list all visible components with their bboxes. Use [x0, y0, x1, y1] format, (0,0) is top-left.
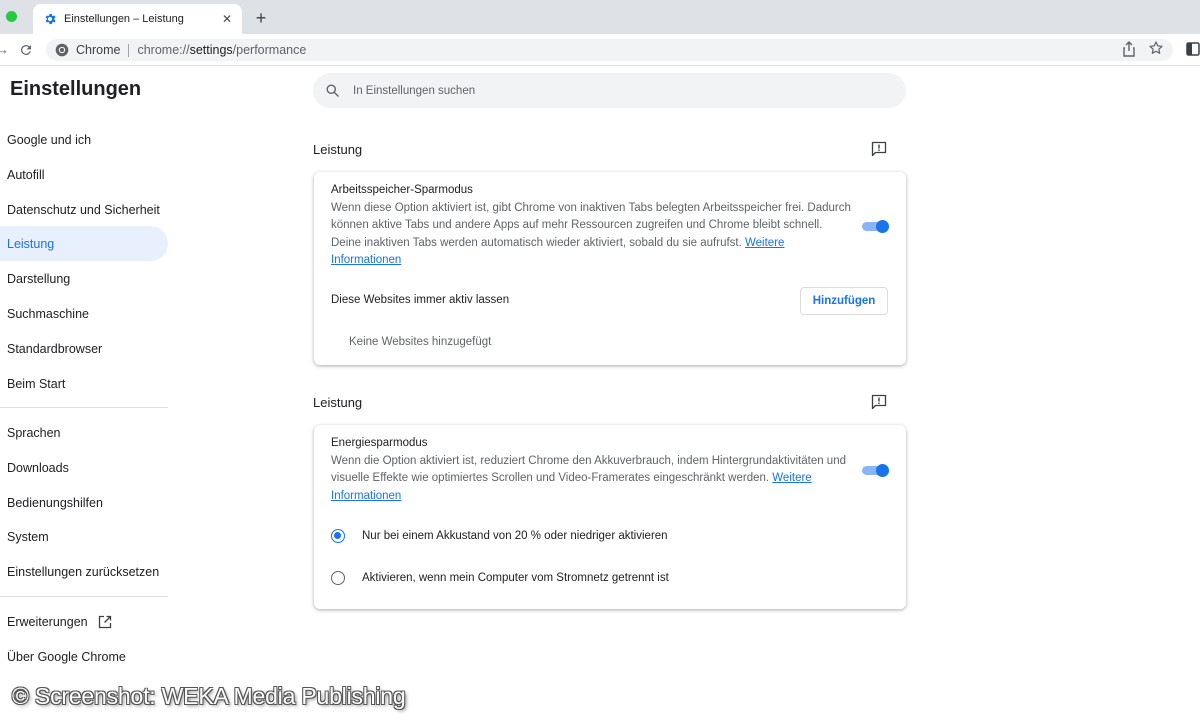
sidebar-item-zuruecksetzen[interactable]: Einstellungen zurücksetzen [0, 554, 168, 589]
section-heading-energy: Leistung [313, 395, 363, 410]
sidebar-item-erweiterungen[interactable]: Erweiterungen [0, 604, 168, 639]
sidebar-divider [0, 407, 168, 408]
sidebar-item-standardbrowser[interactable]: Standardbrowser [0, 331, 168, 366]
search-input[interactable] [353, 84, 873, 97]
sidebar-item-downloads[interactable]: Downloads [0, 450, 168, 485]
toggle-knob [876, 464, 889, 477]
sidebar-item-google-und-ich[interactable]: Google und ich [0, 122, 168, 157]
sidebar-item-label: Datenschutz und Sicherheit [7, 202, 160, 217]
sidebar-item-label: Über Google Chrome [7, 649, 126, 664]
sidebar-item-label: Suchmaschine [7, 306, 89, 321]
sidebar-item-label: Leistung [7, 236, 55, 251]
sidebar-item-label: Google und ich [7, 132, 92, 147]
sidebar-item-label: Einstellungen zurücksetzen [7, 564, 160, 579]
page-title: Einstellungen [10, 78, 142, 100]
sidebar-item-label: Autofill [7, 167, 45, 182]
energy-saver-description-text: Wenn die Option aktiviert ist, reduziert… [331, 455, 846, 485]
share-icon[interactable] [1122, 41, 1136, 57]
url-scheme: chrome:// [137, 43, 190, 57]
feedback-icon[interactable] [871, 394, 887, 410]
sidebar-item-label: Bedienungshilfen [7, 495, 103, 510]
omnibox-chip: Chrome [76, 43, 121, 57]
sidebar-item-autofill[interactable]: Autofill [0, 157, 168, 192]
toggle-knob [876, 220, 889, 233]
sidebar-item-label: System [7, 529, 49, 544]
url-path: /performance [232, 43, 307, 57]
memory-saver-toggle[interactable] [862, 220, 889, 233]
sidebar-item-sprachen[interactable]: Sprachen [0, 415, 168, 450]
radio-battery-20[interactable] [331, 529, 345, 543]
browser-toolbar: → Chrome chrome://settings/performance [0, 34, 1200, 66]
omnibox-separator [128, 43, 130, 57]
energy-saver-toggle[interactable] [862, 464, 889, 477]
sidebar-item-label: Sprachen [7, 425, 61, 440]
sidebar-item-ueber-chrome[interactable]: Über Google Chrome [0, 639, 168, 674]
url-host: settings [189, 43, 233, 57]
forward-arrow-icon[interactable]: → [0, 42, 9, 58]
sidebar-divider [0, 596, 168, 597]
sidebar-item-label: Standardbrowser [7, 341, 103, 356]
external-link-icon [98, 615, 112, 629]
reload-icon[interactable] [16, 40, 36, 60]
address-bar[interactable]: Chrome chrome://settings/performance [46, 39, 1173, 61]
sidebar-item-label: Darstellung [7, 271, 71, 286]
plus-icon[interactable]: + [252, 8, 270, 28]
chrome-logo-icon [55, 43, 69, 57]
sidebar-item-label: Downloads [7, 460, 69, 475]
radio-unplugged[interactable] [331, 571, 345, 585]
feedback-icon[interactable] [871, 141, 887, 157]
sidebar-item-leistung[interactable]: Leistung [0, 226, 168, 261]
close-icon[interactable]: ✕ [218, 10, 236, 28]
settings-search[interactable] [313, 73, 906, 108]
sidebar-item-beim-start[interactable]: Beim Start [0, 366, 168, 401]
window-zoom-button[interactable] [6, 11, 17, 22]
memory-saver-description: Wenn diese Option aktiviert ist, gibt Ch… [331, 200, 851, 270]
radio-unplugged-label[interactable]: Aktivieren, wenn mein Computer vom Strom… [362, 572, 669, 584]
energy-saver-title: Energiesparmodus [331, 437, 428, 449]
tab-title: Einstellungen – Leistung [64, 13, 184, 25]
add-site-button[interactable]: Hinzufügen [800, 287, 888, 315]
tab-settings-performance[interactable]: Einstellungen – Leistung ✕ [33, 4, 242, 34]
sidebar-item-bedienungshilfen[interactable]: Bedienungshilfen [0, 485, 168, 520]
memory-saver-title: Arbeitsspeicher-Sparmodus [331, 184, 473, 196]
url-text: chrome://settings/performance [137, 43, 306, 57]
settings-gear-icon [43, 12, 57, 26]
always-active-label: Diese Websites immer aktiv lassen [331, 294, 510, 306]
section-heading-memory: Leistung [313, 142, 363, 157]
side-panel-icon[interactable] [1186, 42, 1200, 56]
sidebar-item-darstellung[interactable]: Darstellung [0, 261, 168, 296]
copyright-watermark: © Screenshot: WEKA Media Publishing [12, 683, 406, 709]
sidebar-item-label: Erweiterungen [7, 614, 88, 629]
sidebar-item-datenschutz[interactable]: Datenschutz und Sicherheit [0, 192, 168, 227]
no-sites-label: Keine Websites hinzugefügt [349, 336, 492, 348]
memory-saver-card: Arbeitsspeicher-Sparmodus Wenn diese Opt… [314, 172, 906, 365]
sidebar-item-system[interactable]: System [0, 519, 168, 554]
radio-battery-20-label[interactable]: Nur bei einem Akkustand von 20 % oder ni… [362, 530, 668, 542]
sidebar-item-label: Beim Start [7, 376, 66, 391]
sidebar-item-suchmaschine[interactable]: Suchmaschine [0, 296, 168, 331]
star-icon[interactable] [1148, 40, 1164, 56]
energy-saver-card: Energiesparmodus Wenn die Option aktivie… [314, 425, 906, 609]
energy-saver-description: Wenn die Option aktiviert ist, reduziert… [331, 453, 851, 505]
search-icon [325, 83, 340, 98]
tab-strip: Einstellungen – Leistung ✕ + [0, 0, 1200, 34]
